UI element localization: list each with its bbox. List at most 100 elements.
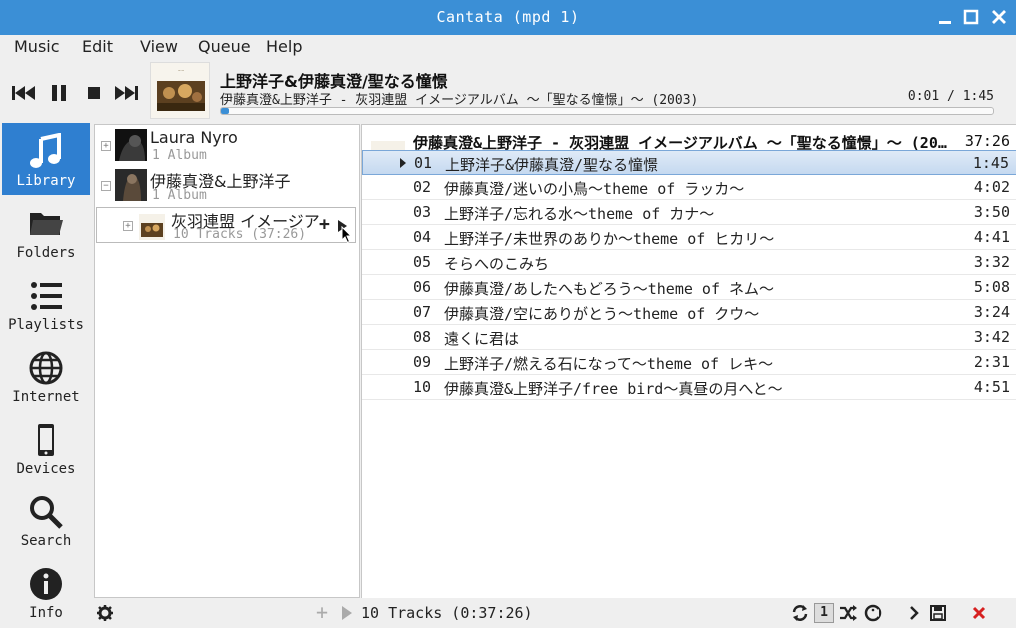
status-text: 10 Tracks (0:37:26) (361, 604, 533, 622)
shuffle-button[interactable] (838, 603, 858, 623)
stop-icon (88, 87, 100, 99)
queue-album-duration: 37:26 (964, 132, 1010, 150)
sidebar-item-internet[interactable]: Internet (2, 339, 90, 411)
track-title: 伊藤真澄/迷いの小鳥～theme of ラッカ～ (444, 180, 745, 198)
track-duration: 4:41 (973, 228, 1010, 246)
minimize-button[interactable] (936, 8, 954, 26)
track-title: 伊藤真澄/空にありがとう～theme of クウ～ (444, 305, 760, 323)
queue-track-row[interactable]: 06 伊藤真澄/あしたへもどろう～theme of ネム～ 5:08 (362, 275, 1016, 300)
track-number: 08 (413, 328, 432, 346)
queue-album-header: 伊藤真澄&上野洋子 - 灰羽連盟 イメージアルバム ～「聖なる憧憬」～ (200… (362, 128, 1016, 152)
gear-icon (97, 605, 113, 621)
sidebar-item-folders[interactable]: Folders (2, 195, 90, 267)
repeat-icon (792, 605, 808, 621)
sidebar: Library Folders Playlists Internet Devic… (0, 121, 92, 628)
sidebar-item-search[interactable]: Search (2, 483, 90, 555)
previous-track-button[interactable] (9, 81, 39, 105)
sidebar-item-label: Search (20, 533, 72, 549)
sidebar-item-playlists[interactable]: Playlists (2, 267, 90, 339)
track-number: 03 (413, 203, 432, 221)
consume-icon (864, 604, 882, 622)
chevron-right-icon (910, 606, 919, 620)
artist-thumbnail (115, 169, 147, 201)
add-to-queue-icon[interactable]: + (319, 214, 330, 235)
pause-button[interactable] (44, 81, 74, 105)
consume-button[interactable] (863, 603, 883, 623)
single-mode-toggle[interactable]: 1 (814, 603, 834, 623)
music-note-icon (30, 133, 61, 168)
now-playing-subtitle: 伊藤真澄&上野洋子 - 灰羽連盟 イメージアルバム ～「聖なる憧憬」～ (200… (220, 93, 699, 108)
queue-track-row[interactable]: 02 伊藤真澄/迷いの小鳥～theme of ラッカ～ 4:02 (362, 175, 1016, 200)
track-title: 伊藤真澄&上野洋子/free bird～真昼の月へと～ (444, 380, 783, 398)
queue-track-row[interactable]: 04 上野洋子/未世界のありか～theme of ヒカリ～ 4:41 (362, 225, 1016, 250)
queue-track-row[interactable]: 05 そらへのこみち 3:32 (362, 250, 1016, 275)
mouse-cursor-icon (341, 226, 353, 244)
queue-track-row[interactable]: 03 上野洋子/忘れる水～theme of カナ～ 3:50 (362, 200, 1016, 225)
track-number: 02 (413, 178, 432, 196)
queue-track-row[interactable]: 08 遠くに君は 3:42 (362, 325, 1016, 350)
track-title: 上野洋子/忘れる水～theme of カナ～ (444, 205, 715, 223)
sidebar-item-library[interactable]: Library (2, 123, 90, 195)
next-track-button[interactable] (111, 81, 141, 105)
repeat-button[interactable] (790, 603, 810, 623)
album-cover: ~~ (150, 62, 210, 119)
tree-row-artist[interactable]: − 伊藤真澄&上野洋子 1 Album (95, 167, 359, 207)
title-bar: Cantata (mpd 1) (0, 0, 1016, 35)
queue-track-row[interactable]: 01 上野洋子&伊藤真澄/聖なる憧憬 1:45 (362, 150, 1016, 175)
track-number: 05 (413, 253, 432, 271)
playback-time: 0:01 / 1:45 (907, 89, 994, 104)
track-number: 06 (413, 278, 432, 296)
maximize-button[interactable] (962, 8, 980, 26)
album-thumbnail (139, 214, 165, 240)
track-duration: 3:42 (973, 328, 1010, 346)
save-queue-button[interactable] (928, 603, 948, 623)
seek-slider[interactable] (220, 107, 994, 115)
menu-music[interactable]: Music (14, 37, 60, 56)
track-duration: 3:32 (973, 253, 1010, 271)
menu-queue[interactable]: Queue (198, 37, 251, 56)
sidebar-item-devices[interactable]: Devices (2, 411, 90, 483)
track-number: 07 (413, 303, 432, 321)
shuffle-icon (840, 605, 857, 621)
stop-button[interactable] (79, 81, 109, 105)
artist-album-count: 1 Album (152, 148, 207, 163)
menu-view[interactable]: View (140, 37, 178, 56)
sidebar-item-info[interactable]: Info (2, 555, 90, 627)
track-title: そらへのこみち (444, 255, 550, 273)
tree-row-album[interactable]: + 灰羽連盟 イメージアル 10 Tracks (37:26) + (96, 207, 356, 244)
phone-icon (38, 424, 54, 456)
clear-queue-button[interactable] (969, 603, 989, 623)
expand-icon[interactable]: + (123, 221, 133, 231)
pause-icon (52, 85, 66, 101)
expand-button[interactable] (904, 603, 924, 623)
queue-track-row[interactable]: 07 伊藤真澄/空にありがとう～theme of クウ～ 3:24 (362, 300, 1016, 325)
info-icon (30, 568, 62, 600)
tree-row-artist[interactable]: + Laura Nyro 1 Album (95, 127, 359, 167)
artist-thumbnail (115, 129, 147, 161)
menu-help[interactable]: Help (266, 37, 302, 56)
queue-track-row[interactable]: 10 伊藤真澄&上野洋子/free bird～真昼の月へと～ 4:51 (362, 375, 1016, 400)
sidebar-item-label: Devices (16, 461, 76, 477)
settings-button[interactable] (95, 603, 115, 623)
track-duration: 3:24 (973, 303, 1010, 321)
track-duration: 3:50 (973, 203, 1010, 221)
expand-icon[interactable]: + (101, 141, 111, 151)
track-number: 09 (413, 353, 432, 371)
list-icon (31, 282, 62, 310)
sidebar-item-label: Folders (16, 245, 76, 261)
queue-track-row[interactable]: 09 上野洋子/燃える石になって～theme of レキ～ 2:31 (362, 350, 1016, 375)
menu-edit[interactable]: Edit (82, 37, 113, 56)
track-duration: 5:08 (973, 278, 1010, 296)
window-title: Cantata (mpd 1) (436, 8, 580, 26)
close-button[interactable] (990, 8, 1008, 26)
play-icon[interactable] (342, 606, 352, 620)
sidebar-item-label: Info (29, 605, 63, 621)
now-playing-indicator-icon (400, 158, 406, 168)
status-bar: + 10 Tracks (0:37:26) 1 (92, 598, 1016, 628)
sidebar-item-label: Library (16, 173, 76, 189)
toolbar: ~~ 上野洋子&伊藤真澄/聖なる憧憬 伊藤真澄&上野洋子 - 灰羽連盟 イメージ… (0, 59, 1016, 121)
track-title: 伊藤真澄/あしたへもどろう～theme of ネム～ (444, 280, 775, 298)
add-icon[interactable]: + (316, 600, 328, 624)
collapse-icon[interactable]: − (101, 181, 111, 191)
skip-back-icon (12, 86, 35, 100)
